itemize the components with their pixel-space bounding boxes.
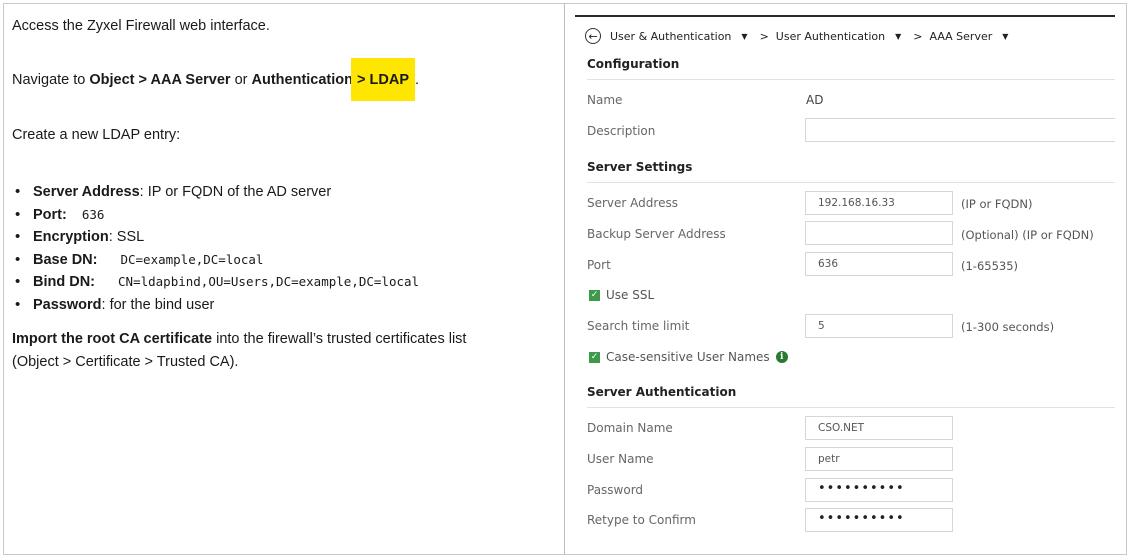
server-address-hint: (IP or FQDN) — [961, 197, 1033, 211]
list-item: Encryption: SSL — [12, 226, 419, 249]
port-field[interactable]: 636 — [805, 252, 953, 276]
port-label: Port — [587, 258, 611, 272]
port-hint: (1-65535) — [961, 259, 1019, 273]
use-ssl-label: Use SSL — [606, 288, 655, 302]
search-time-limit-hint: (1-300 seconds) — [961, 320, 1055, 334]
step-import-path: (Object > Certificate > Trusted CA). — [12, 354, 239, 370]
divider — [587, 79, 1115, 80]
breadcrumb-aaa-server[interactable]: AAA Server — [929, 30, 992, 43]
case-sensitive-checkbox[interactable]: ✓ Case-sensitive User Names i — [589, 350, 788, 364]
column-divider — [564, 3, 565, 555]
ldap-highlight: > LDAP — [351, 58, 416, 101]
backup-server-label: Backup Server Address — [587, 227, 726, 241]
nav-path-object: Object > AAA Server — [89, 72, 231, 88]
top-border — [575, 15, 1115, 17]
nav-path-auth: Authentication — [251, 72, 354, 88]
ldap-fields-list: Server Address: IP or FQDN of the AD ser… — [12, 181, 419, 317]
breadcrumb-user-authentication-group[interactable]: User & Authentication — [610, 30, 731, 43]
checkmark-icon[interactable]: ✓ — [589, 289, 600, 301]
chevron-down-icon[interactable]: ▼ — [895, 32, 901, 41]
section-configuration: Configuration — [587, 57, 680, 71]
step-navigate: Navigate to Object > AAA Server or Authe… — [12, 58, 419, 101]
search-time-limit-label: Search time limit — [587, 319, 690, 333]
user-name-field[interactable]: petr — [805, 447, 953, 471]
description-field[interactable] — [805, 118, 1115, 142]
use-ssl-checkbox[interactable]: ✓ Use SSL — [589, 288, 654, 302]
server-address-field[interactable]: 192.168.16.33 — [805, 191, 953, 215]
list-item: Server Address: IP or FQDN of the AD ser… — [12, 181, 419, 204]
domain-name-label: Domain Name — [587, 421, 673, 435]
name-value: AD — [806, 93, 824, 107]
list-item: Port:636 — [12, 204, 419, 227]
section-server-settings: Server Settings — [587, 160, 693, 174]
search-time-limit-field[interactable]: 5 — [805, 314, 953, 338]
user-name-label: User Name — [587, 452, 654, 466]
list-item: Bind DN:CN=ldapbind,OU=Users,DC=example,… — [12, 271, 419, 294]
retype-password-label: Retype to Confirm — [587, 513, 696, 527]
step-access: Access the Zyxel Firewall web interface. — [12, 18, 270, 34]
domain-name-field[interactable]: CSO.NET — [805, 416, 953, 440]
breadcrumb-separator: > — [913, 29, 923, 43]
case-sensitive-label: Case-sensitive User Names — [606, 350, 770, 364]
aaa-server-form: ← User & Authentication ▼ > User Authent… — [575, 0, 1115, 558]
step-import: Import the root CA certificate into the … — [12, 331, 467, 347]
password-field[interactable]: •••••••••• — [805, 478, 953, 502]
divider — [587, 182, 1115, 183]
description-label: Description — [587, 124, 656, 138]
backup-server-hint: (Optional) (IP or FQDN) — [961, 228, 1094, 242]
divider — [587, 407, 1115, 408]
retype-password-field[interactable]: •••••••••• — [805, 508, 953, 532]
backup-server-field[interactable] — [805, 221, 953, 245]
password-label: Password — [587, 483, 644, 497]
checkmark-icon[interactable]: ✓ — [589, 351, 600, 363]
section-server-authentication: Server Authentication — [587, 385, 737, 399]
list-item: Password: for the bind user — [12, 294, 419, 317]
chevron-down-icon[interactable]: ▼ — [741, 32, 747, 41]
back-arrow-icon[interactable]: ← — [585, 28, 601, 44]
breadcrumb: ← User & Authentication ▼ > User Authent… — [585, 26, 1020, 46]
list-item: Base DN:DC=example,DC=local — [12, 249, 419, 272]
server-address-label: Server Address — [587, 196, 678, 210]
breadcrumb-user-authentication[interactable]: User Authentication — [776, 30, 885, 43]
step-create: Create a new LDAP entry: — [12, 127, 181, 143]
info-icon[interactable]: i — [775, 351, 788, 363]
chevron-down-icon[interactable]: ▼ — [1002, 32, 1008, 41]
name-label: Name — [587, 93, 623, 107]
breadcrumb-separator: > — [759, 29, 769, 43]
